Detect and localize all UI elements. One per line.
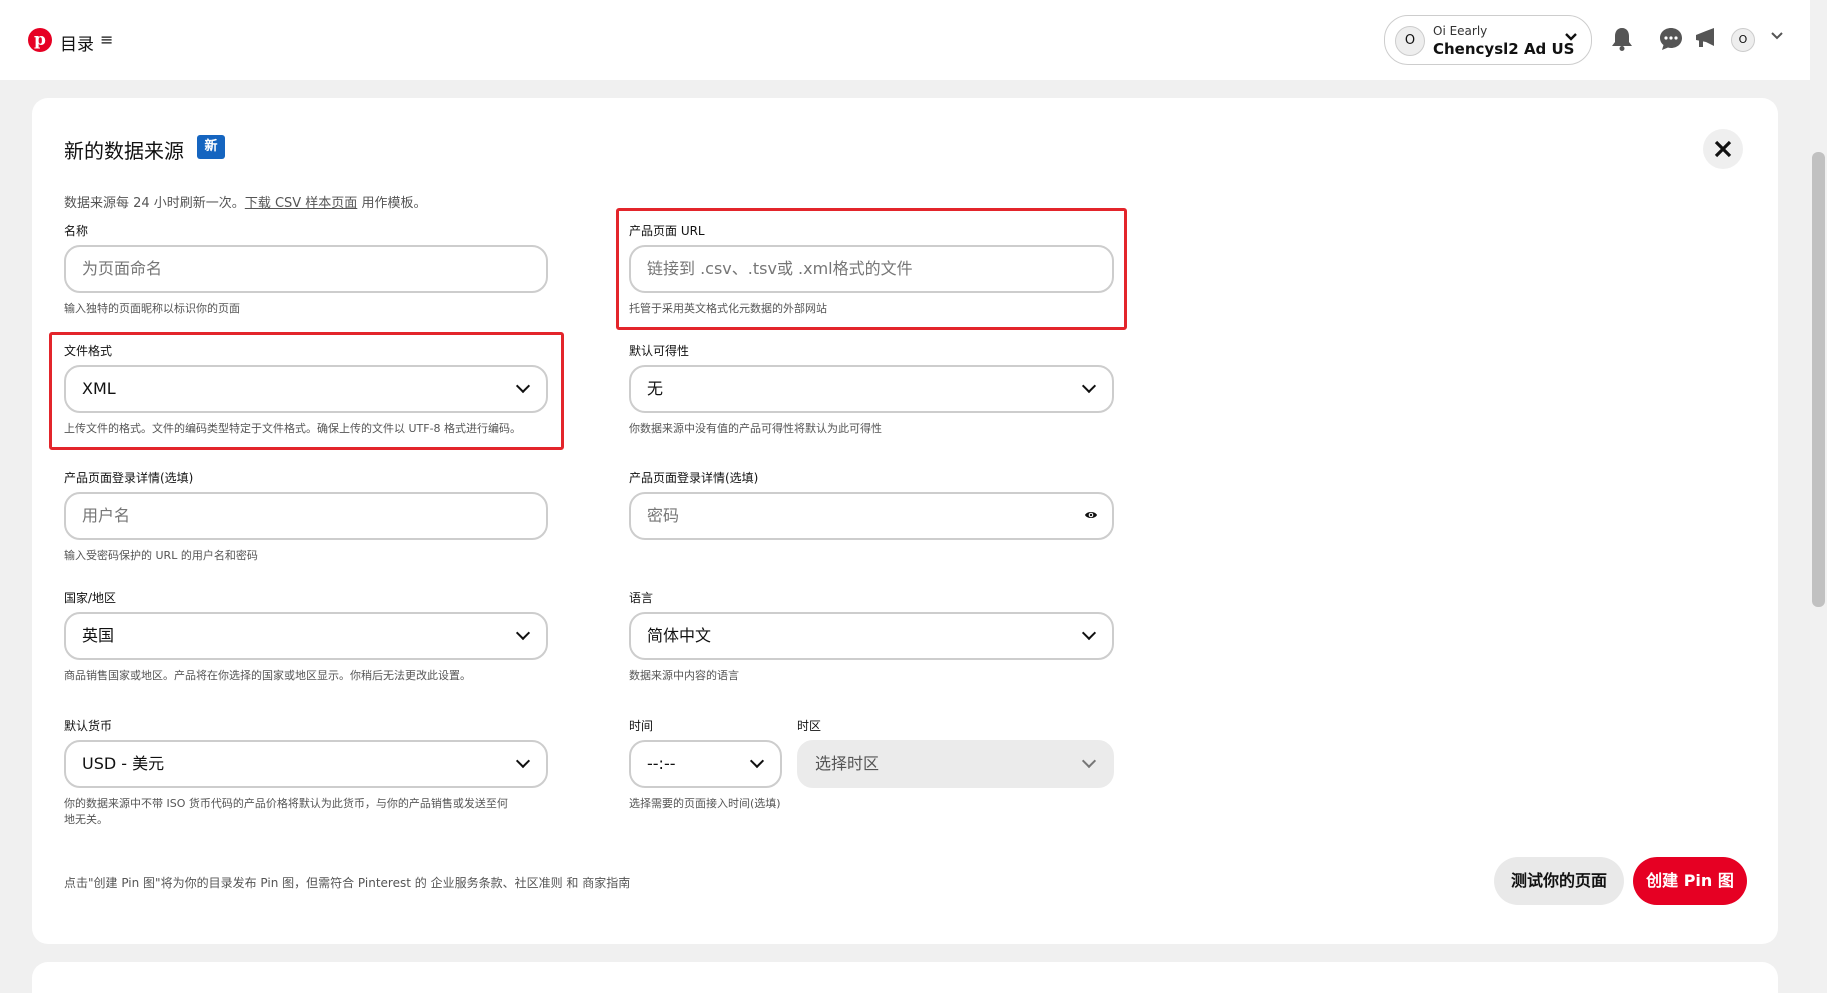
test-page-button[interactable]: 测试你的页面 (1494, 857, 1624, 905)
login-help: 输入受密码保护的 URL 的用户名和密码 (64, 549, 258, 562)
name-label: 名称 (64, 224, 89, 238)
availability-value: 无 (647, 379, 664, 398)
time-select[interactable]: --:-- (629, 740, 782, 788)
name-placeholder: 为页面命名 (82, 259, 163, 278)
account-owner-name: Oi Eearly (1433, 24, 1488, 38)
username-placeholder: 用户名 (82, 506, 131, 525)
country-value: 英国 (82, 626, 115, 645)
currency-help: 你的数据来源中不带 ISO 货币代码的产品价格将默认为此货币，与你的产品销售或发… (64, 796, 508, 828)
password-placeholder: 密码 (647, 506, 680, 525)
availability-select[interactable]: 无 (629, 365, 1114, 413)
product-url-input[interactable]: 链接到 .csv、.tsv或 .xml格式的文件 (629, 245, 1114, 293)
timezone-value: 选择时区 (815, 754, 880, 773)
timezone-select[interactable]: 选择时区 (797, 740, 1114, 788)
time-label: 时间 (629, 719, 654, 733)
chevron-down-icon[interactable] (1770, 29, 1784, 47)
product-url-placeholder: 链接到 .csv、.tsv或 .xml格式的文件 (647, 259, 913, 278)
bell-icon[interactable] (1611, 27, 1633, 57)
username-input[interactable]: 用户名 (64, 492, 548, 540)
page-title: 新的数据来源 (64, 139, 184, 163)
availability-label: 默认可得性 (629, 344, 690, 358)
currency-select[interactable]: USD - 美元 (64, 740, 548, 788)
password-input[interactable]: 密码 (629, 492, 1114, 540)
account-name: Chencysl2 Ad US (1433, 40, 1575, 58)
menu-icon[interactable]: ≡ (100, 30, 113, 49)
country-help: 商品销售国家或地区。产品将在你选择的国家或地区显示。你稍后无法更改此设置。 (64, 669, 471, 682)
file-format-label: 文件格式 (64, 344, 113, 358)
timezone-label: 时区 (797, 719, 822, 733)
country-label: 国家/地区 (64, 591, 117, 605)
new-badge: 新 (197, 135, 225, 159)
intro-suffix: 用作模板。 (357, 196, 427, 211)
terms-note: 点击"创建 Pin 图"将为你的目录发布 Pin 图，但需符合 Pinteres… (64, 876, 631, 890)
close-button[interactable] (1703, 129, 1743, 169)
login-username-label: 产品页面登录详情(选填) (64, 471, 194, 485)
megaphone-icon[interactable] (1694, 27, 1716, 55)
top-navigation-bar: p 目录 ≡ O Oi Eearly Chencysl2 Ad US O (0, 0, 1810, 80)
file-format-help: 上传文件的格式。文件的编码类型特定于文件格式。确保上传的文件以 UTF-8 格式… (64, 422, 522, 435)
product-url-label: 产品页面 URL (629, 224, 705, 238)
download-csv-sample-link[interactable]: 下载 CSV 样本页面 (245, 196, 358, 211)
product-url-help: 托管于采用英文格式化元数据的外部网站 (629, 302, 827, 315)
catalog-title[interactable]: 目录 (60, 30, 94, 55)
chevron-down-icon (1565, 31, 1577, 47)
country-select[interactable]: 英国 (64, 612, 548, 660)
language-label: 语言 (629, 591, 654, 605)
time-value: --:-- (647, 754, 676, 773)
currency-label: 默认货币 (64, 719, 113, 733)
language-help: 数据来源中内容的语言 (629, 669, 739, 682)
account-avatar: O (1395, 26, 1425, 56)
currency-value: USD - 美元 (82, 754, 165, 773)
pinterest-logo-icon[interactable]: p (28, 28, 52, 52)
name-input[interactable]: 为页面命名 (64, 245, 548, 293)
intro-text: 数据来源每 24 小时刷新一次。下载 CSV 样本页面 用作模板。 (64, 192, 426, 211)
scrollbar-thumb[interactable] (1812, 152, 1825, 607)
close-icon (1714, 140, 1732, 158)
availability-help: 你数据来源中没有值的产品可得性将默认为此可得性 (629, 422, 882, 435)
show-password-eye-icon[interactable] (1084, 508, 1098, 522)
user-avatar[interactable]: O (1731, 28, 1755, 52)
file-format-select[interactable]: XML (64, 365, 548, 413)
time-help: 选择需要的页面接入时间(选填) (629, 797, 781, 810)
intro-prefix: 数据来源每 24 小时刷新一次。 (64, 196, 245, 211)
login-password-label: 产品页面登录详情(选填) (629, 471, 759, 485)
file-format-value: XML (82, 379, 116, 398)
messages-icon[interactable] (1659, 27, 1683, 57)
currency-help-line-2: 地无关。 (64, 813, 108, 826)
next-section-card (32, 962, 1778, 993)
currency-help-line-1: 你的数据来源中不带 ISO 货币代码的产品价格将默认为此货币，与你的产品销售或发… (64, 797, 508, 810)
language-select[interactable]: 简体中文 (629, 612, 1114, 660)
name-help: 输入独特的页面昵称以标识你的页面 (64, 302, 240, 315)
language-value: 简体中文 (647, 626, 712, 645)
account-switcher[interactable]: O Oi Eearly Chencysl2 Ad US (1384, 15, 1592, 65)
create-pins-button[interactable]: 创建 Pin 图 (1633, 857, 1747, 905)
